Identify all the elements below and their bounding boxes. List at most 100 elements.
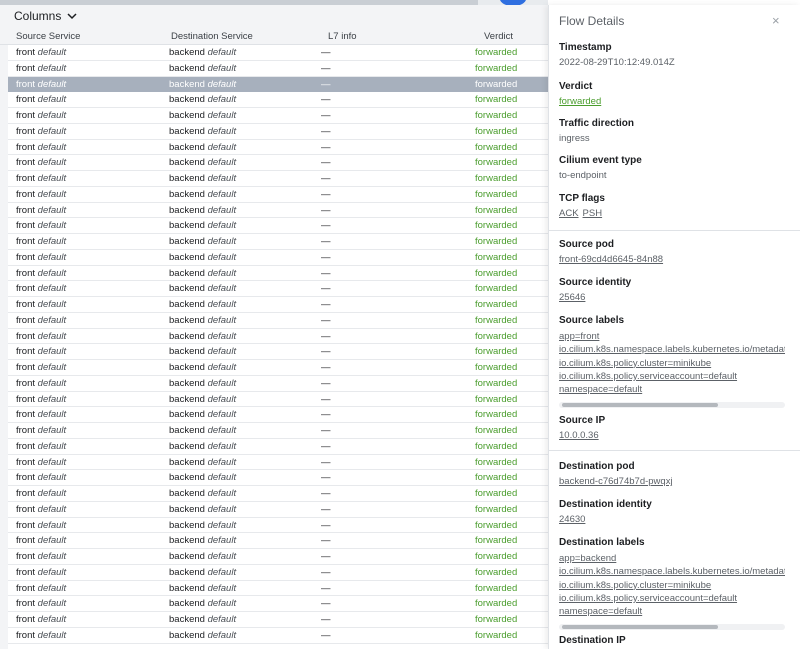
table-row[interactable]: front default backend default — forwarded: [8, 61, 548, 77]
table-row[interactable]: front default backend default — forwarded: [8, 596, 548, 612]
table-row[interactable]: front default backend default — forwarded: [8, 187, 548, 203]
destination-service-name: backend: [169, 456, 205, 468]
table-row[interactable]: front default backend default — forwarded: [8, 250, 548, 266]
verdict-cell: forwarded: [475, 47, 518, 58]
table-row[interactable]: front default backend default — forwarded: [8, 392, 548, 408]
tcp-flag-psh[interactable]: PSH: [583, 208, 603, 219]
destination-label-item[interactable]: namespace=default: [559, 605, 785, 618]
table-row[interactable]: front default backend default — forwarded: [8, 549, 548, 565]
table-row[interactable]: front default backend default — forwarded: [8, 565, 548, 581]
source-service-name: front: [16, 188, 36, 200]
destination-namespace: default: [207, 629, 237, 641]
table-row[interactable]: front default backend default — forwarded: [8, 45, 548, 61]
table-row[interactable]: front default backend default — forwarded: [8, 581, 548, 597]
table-row[interactable]: front default backend default — forwarded: [8, 155, 548, 171]
table-row[interactable]: front default backend default — forwarded: [8, 203, 548, 219]
destination-label-item[interactable]: app=backend: [559, 552, 785, 565]
l7-info-cell: —: [321, 551, 331, 562]
source-labels-scrollbar[interactable]: [559, 402, 785, 409]
destination-namespace: default: [207, 409, 237, 421]
destination-labels-scrollbar[interactable]: [559, 624, 785, 631]
table-row[interactable]: front default backend default — forwarded: [8, 518, 548, 534]
source-service-cell: front default: [16, 567, 66, 578]
source-labels-list: app=front io.cilium.k8s.namespace.labels…: [559, 330, 785, 396]
table-row[interactable]: front default backend default — forwarded: [8, 313, 548, 329]
table-row[interactable]: front default backend default — forwarded: [8, 628, 548, 644]
verdict-cell: forwarded: [475, 204, 518, 216]
table-row[interactable]: front default backend default — forwarded: [8, 455, 548, 471]
table-row[interactable]: front default backend default — forwarded: [8, 486, 548, 502]
table-row[interactable]: front default backend default — forwarded: [8, 266, 548, 282]
destination-service-name: backend: [169, 409, 205, 421]
table-row[interactable]: front default backend default — forwarded: [8, 92, 548, 108]
table-row[interactable]: front default backend default — forwarded: [8, 218, 548, 234]
table-row[interactable]: front default backend default — forwarded: [8, 124, 548, 140]
table-row[interactable]: front default backend default — forwarded: [8, 140, 548, 156]
source-label-item[interactable]: io.cilium.k8s.namespace.labels.kubernete…: [559, 343, 785, 356]
table-row[interactable]: front default backend default — forwarded: [8, 329, 548, 345]
table-row[interactable]: front default backend default — forwarded: [8, 76, 548, 93]
destination-service-name: backend: [169, 393, 205, 405]
destination-service-cell: backend default: [169, 535, 236, 546]
source-namespace: default: [37, 472, 67, 484]
source-ip-link[interactable]: 10.0.0.36: [559, 430, 795, 441]
source-label-item[interactable]: namespace=default: [559, 383, 785, 396]
table-row[interactable]: front default backend default — forwarded: [8, 423, 548, 439]
source-namespace: default: [37, 125, 67, 137]
destination-service-name: backend: [169, 314, 205, 326]
destination-namespace: default: [207, 582, 237, 594]
destination-service-name: backend: [169, 47, 205, 58]
source-identity-link[interactable]: 25646: [559, 292, 795, 303]
source-service-cell: front default: [16, 173, 66, 184]
columns-dropdown-button[interactable]: Columns: [14, 9, 77, 23]
destination-service-name: backend: [169, 78, 205, 90]
table-row[interactable]: front default backend default — forwarded: [8, 439, 548, 455]
source-label-item[interactable]: io.cilium.k8s.policy.serviceaccount=defa…: [559, 370, 785, 383]
source-label-item[interactable]: io.cilium.k8s.policy.cluster=minikube: [559, 357, 785, 370]
destination-identity-link[interactable]: 24630: [559, 514, 795, 525]
source-namespace: default: [37, 62, 67, 74]
verdict-value-link[interactable]: forwarded: [559, 96, 795, 107]
destination-label-item[interactable]: io.cilium.k8s.policy.serviceaccount=defa…: [559, 592, 785, 605]
table-row[interactable]: front default backend default — forwarded: [8, 360, 548, 376]
table-row[interactable]: front default backend default — forwarded: [8, 344, 548, 360]
l7-info-cell: —: [321, 346, 331, 358]
destination-service-name: backend: [169, 488, 205, 499]
column-header-verdict[interactable]: Verdict: [484, 31, 513, 42]
destination-service-cell: backend default: [169, 394, 236, 405]
destination-namespace: default: [207, 204, 237, 216]
table-row[interactable]: front default backend default — forwarded: [8, 234, 548, 250]
source-namespace: default: [37, 440, 67, 452]
close-icon[interactable]: ×: [772, 13, 780, 28]
table-row[interactable]: front default backend default — forwarded: [8, 297, 548, 313]
destination-pod-link[interactable]: backend-c76d74b7d-pwqxj: [559, 476, 795, 487]
destination-labels-list: app=backend io.cilium.k8s.namespace.labe…: [559, 552, 785, 618]
table-row[interactable]: front default backend default — forwarded: [8, 533, 548, 549]
destination-label-item[interactable]: io.cilium.k8s.policy.cluster=minikube: [559, 579, 785, 592]
table-row[interactable]: front default backend default — forwarded: [8, 108, 548, 124]
table-row[interactable]: front default backend default — forwarded: [8, 502, 548, 518]
source-label-item[interactable]: app=front: [559, 330, 785, 343]
source-namespace: default: [37, 141, 67, 153]
verdict-cell: forwarded: [475, 440, 518, 452]
tcp-flag-ack[interactable]: ACK: [559, 208, 579, 219]
column-header-destination[interactable]: Destination Service: [171, 31, 253, 42]
table-row[interactable]: front default backend default — forwarded: [8, 612, 548, 628]
column-header-l7[interactable]: L7 info: [328, 31, 357, 42]
table-row[interactable]: front default backend default — forwarded: [8, 407, 548, 423]
table-row[interactable]: front default backend default — forwarded: [8, 281, 548, 297]
source-service-name: front: [16, 141, 36, 153]
column-header-source[interactable]: Source Service: [16, 31, 80, 42]
table-row[interactable]: front default backend default — forwarded: [8, 171, 548, 187]
verdict-cell: forwarded: [475, 125, 518, 137]
source-service-cell: front default: [16, 457, 66, 468]
verdict-cell: forwarded: [475, 393, 518, 405]
source-service-cell: front default: [16, 614, 66, 625]
source-pod-link[interactable]: front-69cd4d6645-84n88: [559, 254, 795, 265]
verdict-cell: forwarded: [475, 173, 518, 184]
destination-label-item[interactable]: io.cilium.k8s.namespace.labels.kubernete…: [559, 565, 785, 578]
source-service-cell: front default: [16, 472, 66, 483]
table-row[interactable]: front default backend default — forwarded: [8, 470, 548, 486]
table-row[interactable]: front default backend default — forwarded: [8, 376, 548, 392]
destination-service-cell: backend default: [169, 630, 236, 641]
